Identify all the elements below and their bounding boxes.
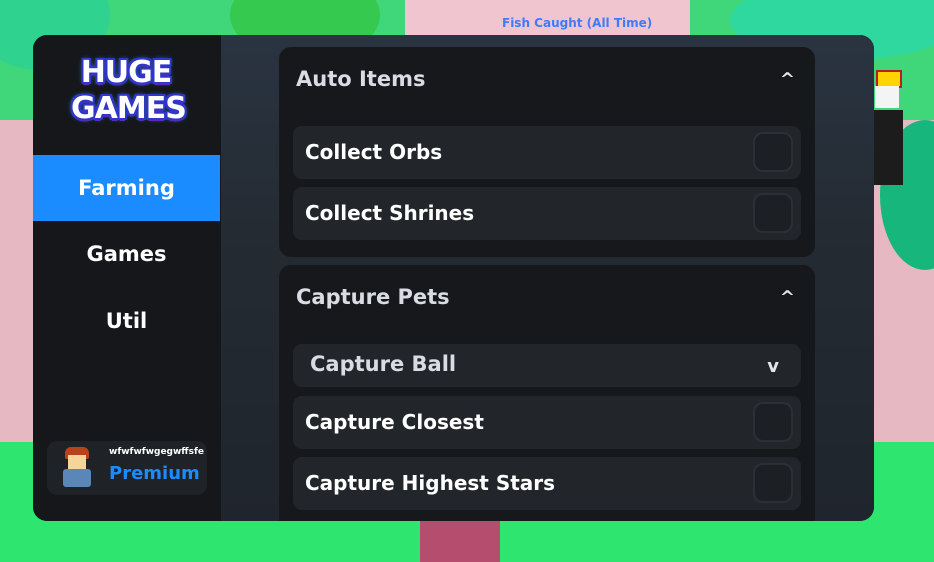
option-label: Collect Orbs — [305, 140, 443, 164]
section-capture-pets: Capture Pets ^ Capture Ball v Capture Cl… — [279, 265, 815, 521]
sidebar-item-label: Farming — [78, 176, 175, 200]
option-collect-orbs[interactable]: Collect Orbs — [293, 126, 801, 179]
avatar — [59, 447, 95, 489]
capture-closest-checkbox[interactable] — [753, 402, 793, 442]
option-label: Capture Closest — [305, 410, 484, 434]
player-legs — [420, 515, 500, 562]
option-collect-shrines[interactable]: Collect Shrines — [293, 187, 801, 240]
huge-games-logo: HUGE GAMES — [71, 55, 187, 135]
collapse-icon[interactable]: ^ — [780, 69, 795, 90]
option-capture-closest[interactable]: Capture Closest — [293, 396, 801, 449]
chevron-down-icon: v — [767, 356, 779, 377]
user-card: wfwfwfwgegwffsfe Premium — [47, 441, 207, 495]
capture-ball-dropdown[interactable]: Capture Ball v — [293, 344, 801, 387]
sidebar-item-util[interactable]: Util — [33, 288, 220, 354]
player-avatar — [868, 70, 912, 190]
leaderboard-sign-text: Fish Caught (All Time) — [502, 16, 653, 30]
section-title: Auto Items — [296, 67, 426, 91]
avatar-head — [875, 86, 899, 108]
collapse-icon[interactable]: ^ — [780, 287, 795, 308]
sidebar-item-farming[interactable]: Farming — [33, 155, 220, 221]
avatar-torso — [63, 469, 91, 487]
dropdown-label: Capture Ball — [310, 352, 457, 376]
section-auto-items: Auto Items ^ Collect Orbs Collect Shrine… — [279, 47, 815, 257]
option-label: Capture Highest Stars — [305, 471, 556, 495]
option-capture-highest-stars[interactable]: Capture Highest Stars — [293, 457, 801, 510]
content-area: Auto Items ^ Collect Orbs Collect Shrine… — [221, 35, 874, 521]
sidebar: HUGE GAMES Farming Games Util wfwfwfwgeg… — [33, 35, 221, 521]
option-label: Collect Shrines — [305, 201, 475, 225]
username: wfwfwfwgegwffsfe — [109, 447, 204, 457]
collect-orbs-checkbox[interactable] — [753, 132, 793, 172]
avatar-face — [68, 455, 86, 469]
avatar-body — [873, 110, 903, 185]
section-title: Capture Pets — [296, 285, 450, 309]
capture-highest-stars-checkbox[interactable] — [753, 463, 793, 503]
sidebar-item-label: Games — [86, 242, 167, 266]
user-tier-badge: Premium — [109, 463, 200, 484]
script-hub-panel: HUGE GAMES Farming Games Util wfwfwfwgeg… — [33, 35, 874, 521]
logo-line-2: GAMES — [71, 91, 187, 126]
sidebar-item-label: Util — [105, 309, 148, 333]
logo-line-1: HUGE — [80, 55, 173, 90]
collect-shrines-checkbox[interactable] — [753, 193, 793, 233]
sidebar-item-games[interactable]: Games — [33, 221, 220, 287]
